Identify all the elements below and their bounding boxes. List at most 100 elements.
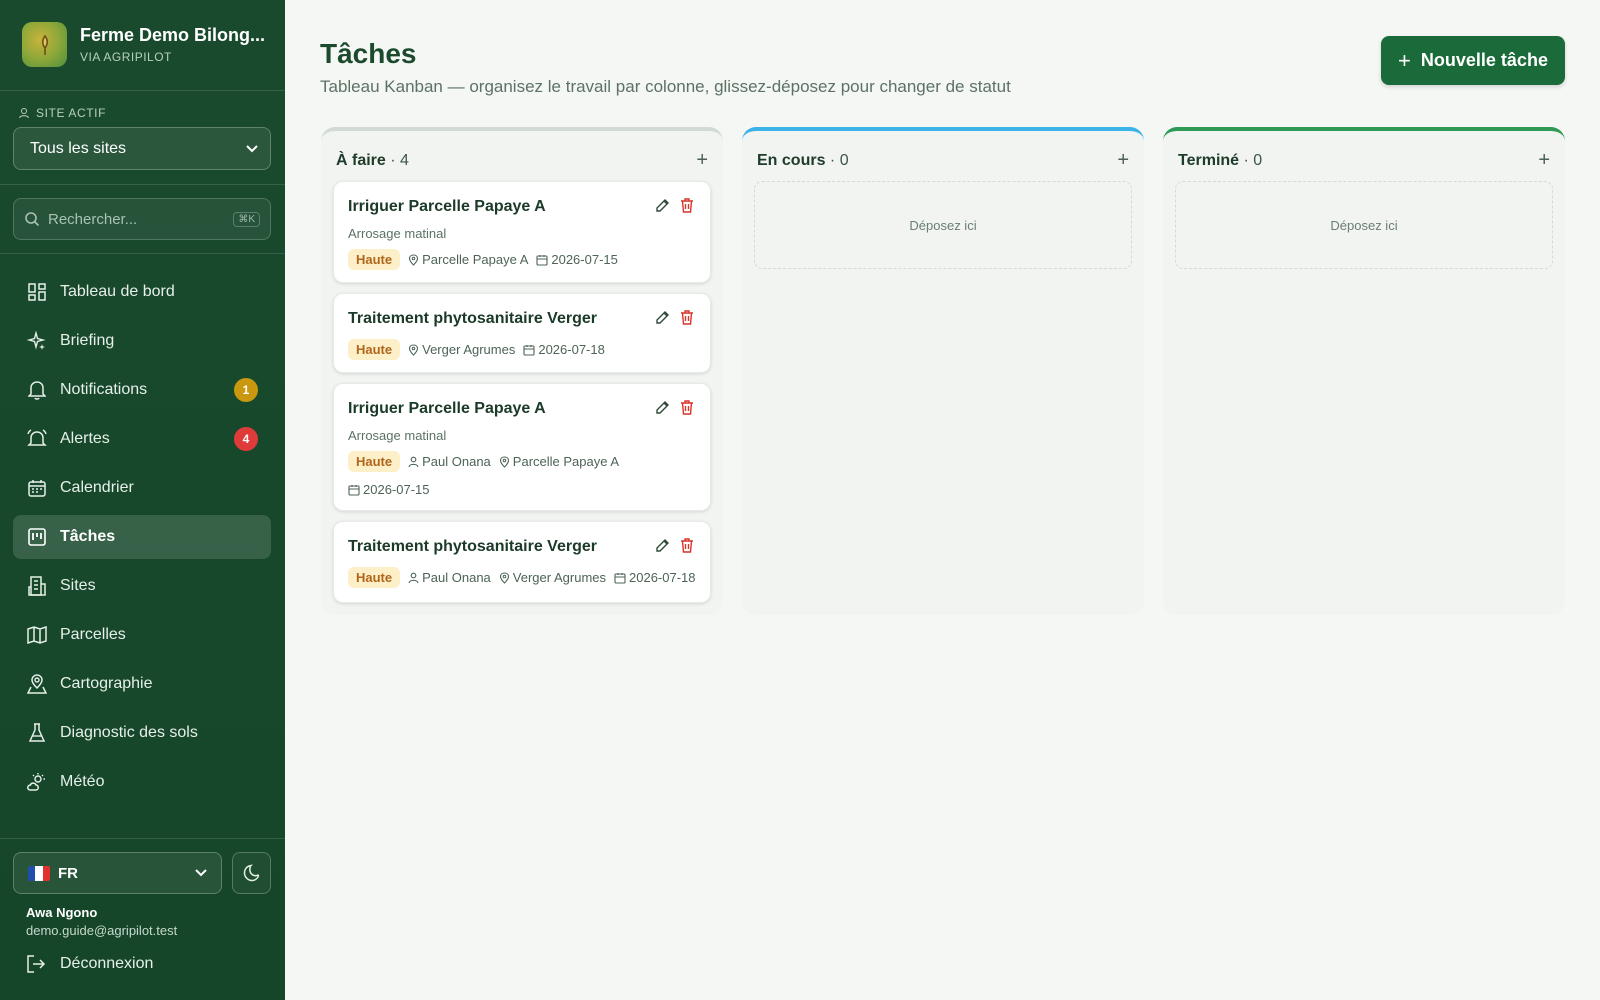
delete-trash-icon[interactable] xyxy=(680,400,694,420)
calendar-icon xyxy=(26,477,48,499)
task-date: 2026-07-18 xyxy=(538,342,605,357)
priority-badge: Haute xyxy=(348,451,401,472)
sidebar-item-notifications[interactable]: Notifications 1 xyxy=(13,368,271,412)
person-icon xyxy=(408,456,419,467)
site-select[interactable]: Tous les sites xyxy=(13,127,271,170)
sidebar-item-label: Alertes xyxy=(60,430,110,447)
sidebar-item-meteo[interactable]: Météo xyxy=(13,760,271,804)
priority-badge: Haute xyxy=(348,249,401,270)
theme-toggle-button[interactable] xyxy=(232,852,271,894)
map-icon xyxy=(26,624,48,646)
farm-name: Ferme Demo Bilong... xyxy=(80,25,266,45)
drop-zone[interactable]: Déposez ici xyxy=(754,181,1132,269)
person-icon xyxy=(408,572,419,583)
task-description: Arrosage matinal xyxy=(348,428,447,443)
new-task-label: Nouvelle tâche xyxy=(1420,50,1548,70)
drop-zone[interactable]: Déposez ici xyxy=(1175,181,1553,269)
user-name: Awa Ngono xyxy=(26,905,98,920)
sidebar-item-tableau-de-bord[interactable]: Tableau de bord xyxy=(13,270,271,314)
location-pin-icon xyxy=(409,343,419,356)
language-select[interactable]: FR xyxy=(13,852,222,894)
chevron-down-icon xyxy=(195,869,207,877)
sidebar-item-briefing[interactable]: Briefing xyxy=(13,319,271,363)
column-count: · 4 xyxy=(390,151,409,169)
dashboard-icon xyxy=(26,281,48,303)
delete-trash-icon[interactable] xyxy=(680,198,694,218)
plus-icon: + xyxy=(1398,47,1411,73)
search-placeholder: Rechercher... xyxy=(48,210,138,228)
logout-button[interactable]: Déconnexion xyxy=(26,955,153,973)
task-date: 2026-07-18 xyxy=(629,570,696,585)
add-task-plus-icon[interactable]: + xyxy=(1117,149,1129,172)
alarm-bell-icon xyxy=(26,428,48,450)
kanban-column-a-faire[interactable]: À faire · 4 + Irriguer Parcelle Papaye A… xyxy=(321,127,723,615)
brand[interactable]: Ferme Demo Bilong... VIA AGRIPILOT xyxy=(22,22,265,67)
page-title: Tâches xyxy=(320,38,417,69)
new-task-button[interactable]: + Nouvelle tâche xyxy=(1381,36,1565,85)
france-flag-icon xyxy=(28,865,50,881)
sidebar-item-calendrier[interactable]: Calendrier xyxy=(13,466,271,510)
edit-pencil-icon[interactable] xyxy=(655,310,670,330)
site-label: SITE ACTIF xyxy=(18,106,106,120)
sidebar-item-alertes[interactable]: Alertes 4 xyxy=(13,417,271,461)
sparkles-icon xyxy=(26,330,48,352)
task-title: Traitement phytosanitaire Verger xyxy=(348,310,597,327)
task-description: Arrosage matinal xyxy=(348,226,447,241)
column-header: En cours · 0 + xyxy=(757,149,1129,172)
calendar-icon xyxy=(536,254,548,266)
task-assignee: Paul Onana xyxy=(422,454,491,469)
task-meta: Haute Parcelle Papaye A 2026-07-15 xyxy=(348,249,618,270)
kanban-column-termine[interactable]: Terminé · 0 + Déposez ici xyxy=(1163,127,1565,615)
sidebar-item-parcelles[interactable]: Parcelles xyxy=(13,613,271,657)
delete-trash-icon[interactable] xyxy=(680,538,694,558)
column-title: En cours xyxy=(757,151,826,169)
chevron-down-icon xyxy=(246,144,258,152)
logout-label: Déconnexion xyxy=(60,955,154,972)
moon-icon xyxy=(243,864,259,882)
task-assignee: Paul Onana xyxy=(422,570,491,585)
search-input[interactable]: Rechercher... ⌘K xyxy=(13,198,271,240)
task-meta: 2026-07-15 xyxy=(348,482,430,497)
edit-pencil-icon[interactable] xyxy=(655,400,670,420)
column-title: À faire xyxy=(336,151,386,169)
site-label-text: SITE ACTIF xyxy=(36,106,107,120)
sidebar-item-label: Cartographie xyxy=(60,675,153,692)
column-count: · 0 xyxy=(829,151,849,169)
sidebar-item-label: Parcelles xyxy=(60,626,126,643)
sidebar-item-sites[interactable]: Sites xyxy=(13,564,271,608)
edit-pencil-icon[interactable] xyxy=(655,198,670,218)
map-pin-icon xyxy=(26,673,48,695)
priority-badge: Haute xyxy=(348,567,401,588)
task-meta: Haute Paul Onana Verger Agrumes 2026-07-… xyxy=(348,567,696,588)
sidebar-item-diagnostic-des-sols[interactable]: Diagnostic des sols xyxy=(13,711,271,755)
task-card[interactable]: Irriguer Parcelle Papaye A Arrosage mati… xyxy=(333,181,711,283)
priority-badge: Haute xyxy=(348,339,401,360)
brand-subtitle: VIA AGRIPILOT xyxy=(80,50,172,64)
edit-pencil-icon[interactable] xyxy=(655,538,670,558)
building-icon xyxy=(26,575,48,597)
task-card[interactable]: Traitement phytosanitaire Verger Haute V… xyxy=(333,293,711,373)
sidebar-item-taches[interactable]: Tâches xyxy=(13,515,271,559)
alert-count-badge: 4 xyxy=(234,427,258,451)
task-date: 2026-07-15 xyxy=(551,252,618,267)
bell-icon xyxy=(26,379,48,401)
add-task-plus-icon[interactable]: + xyxy=(696,149,708,172)
task-location: Parcelle Papaye A xyxy=(422,252,529,267)
task-card[interactable]: Irriguer Parcelle Papaye A Arrosage mati… xyxy=(333,383,711,511)
task-location: Parcelle Papaye A xyxy=(512,454,620,469)
location-pin-icon xyxy=(499,455,509,468)
logout-icon xyxy=(26,955,46,973)
delete-trash-icon[interactable] xyxy=(680,310,694,330)
sidebar-item-label: Notifications xyxy=(60,381,148,398)
kanban-column-en-cours[interactable]: En cours · 0 + Déposez ici xyxy=(742,127,1144,615)
sidebar-item-label: Tableau de bord xyxy=(60,283,175,300)
sidebar: Ferme Demo Bilong... VIA AGRIPILOT SITE … xyxy=(0,0,285,1000)
location-pin-icon xyxy=(499,571,509,584)
main-content: Tâches Tableau Kanban — organisez le tra… xyxy=(285,0,1600,1000)
calendar-icon xyxy=(614,572,626,584)
search-shortcut: ⌘K xyxy=(233,211,260,227)
sidebar-item-cartographie[interactable]: Cartographie xyxy=(13,662,271,706)
add-task-plus-icon[interactable]: + xyxy=(1538,149,1550,172)
task-card[interactable]: Traitement phytosanitaire Verger Haute P… xyxy=(333,521,711,603)
task-date: 2026-07-15 xyxy=(363,482,430,497)
